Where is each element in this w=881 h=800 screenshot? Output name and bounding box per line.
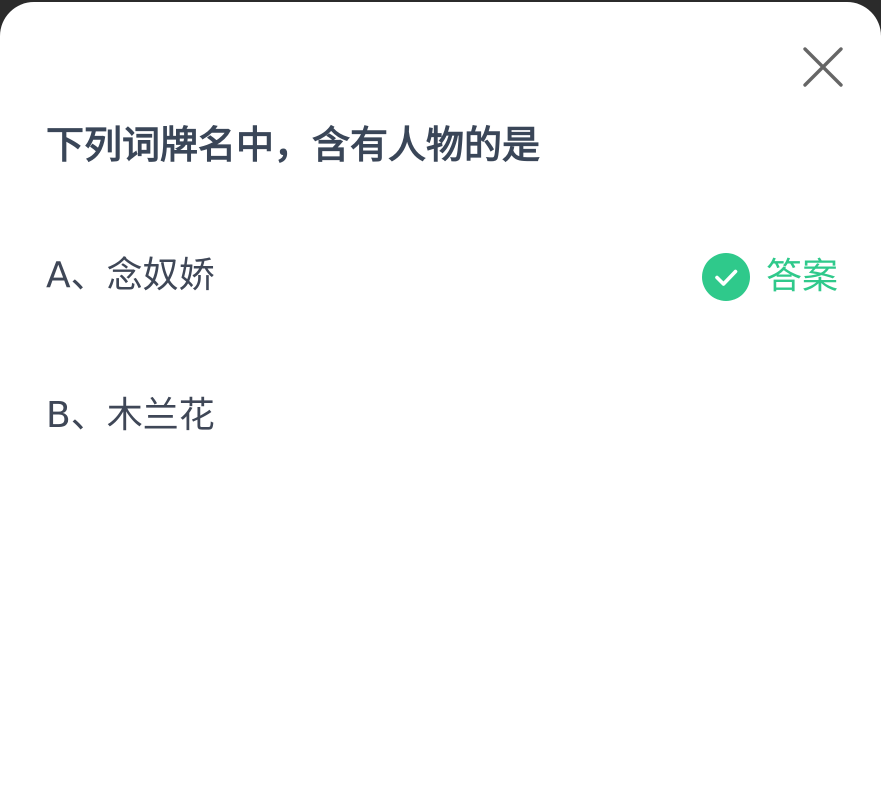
close-button[interactable] (800, 44, 846, 90)
quiz-sheet: 下列词牌名中，含有人物的是 A、念奴娇 答案 B、木兰花 (0, 2, 881, 800)
option-b[interactable]: B、木兰花 (46, 386, 846, 446)
option-a-label: A、念奴娇 (46, 255, 215, 296)
option-a[interactable]: A、念奴娇 答案 (46, 246, 846, 306)
check-circle-icon (701, 253, 750, 301)
answer-badge: 答案 (701, 251, 838, 303)
option-b-label: B、木兰花 (46, 395, 215, 436)
close-icon (803, 47, 843, 87)
question-title: 下列词牌名中，含有人物的是 (46, 123, 541, 167)
answer-label: 答案 (765, 256, 838, 297)
